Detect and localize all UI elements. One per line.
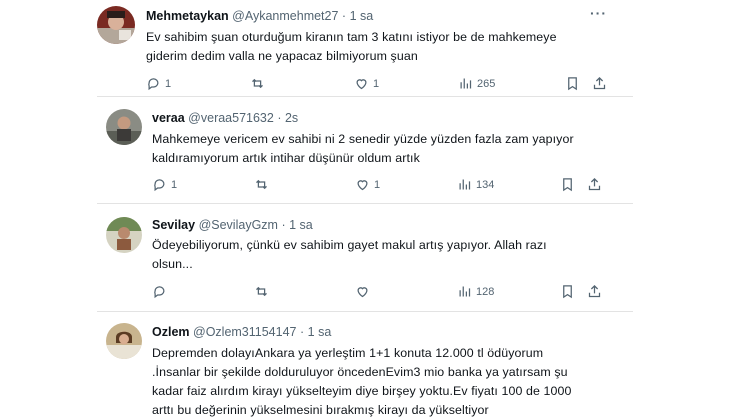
bookmark-button[interactable]	[560, 284, 575, 299]
views-chart-icon	[460, 78, 472, 89]
like-button[interactable]: 1	[355, 177, 380, 192]
tweet-text-line: kadar faiz alırdım kirayı yükselteyim di…	[152, 384, 572, 398]
author-name[interactable]: Ozlem	[152, 325, 190, 339]
tweet-divider	[97, 96, 633, 97]
reply-button[interactable]: 1	[146, 76, 171, 91]
bookmark-icon	[568, 77, 577, 91]
timestamp[interactable]: 1 sa	[350, 9, 374, 23]
separator: ·	[277, 111, 282, 125]
share-icon	[588, 284, 601, 298]
like-button[interactable]	[355, 284, 370, 299]
bookmark-button[interactable]	[560, 177, 575, 192]
tweet-text: Ev sahibim şuan oturduğum kiranın tam 3 …	[146, 28, 557, 66]
timestamp[interactable]: 1 sa	[289, 218, 313, 232]
views-chart-icon	[459, 179, 471, 190]
separator: ·	[341, 9, 347, 23]
avatar[interactable]	[106, 323, 142, 359]
author-name[interactable]: Mehmetaykan	[146, 9, 229, 23]
author-handle[interactable]: @Aykanmehmet27	[232, 9, 338, 23]
reply-count: 1	[171, 178, 178, 191]
bookmark-icon	[563, 178, 572, 192]
retweet-button[interactable]	[250, 76, 265, 91]
views-button[interactable]: 265	[458, 76, 495, 91]
tweet-text-line: Ev sahibim şuan oturduğum kiranın tam 3 …	[146, 30, 557, 44]
heart-icon	[357, 287, 368, 298]
retweet-icon	[256, 179, 267, 190]
like-count: 1	[373, 77, 380, 90]
tweet-text-line: arttı bu değerinin yükselmesini bırakmış…	[152, 403, 489, 417]
tweet-3[interactable]: Sevilay @SevilayGzm · 1 sa Ödeyebiliyoru…	[0, 204, 730, 311]
author-handle[interactable]: @Ozlem31154147	[193, 325, 297, 339]
author-name[interactable]: Sevilay	[152, 218, 195, 232]
heart-icon	[357, 180, 368, 191]
tweet-text-line: Ödeyebiliyorum, çünkü ev sahibim gayet m…	[152, 238, 547, 252]
bookmark-icon	[563, 285, 572, 299]
retweet-button[interactable]	[254, 284, 269, 299]
heart-icon	[356, 79, 367, 90]
timestamp[interactable]: 1 sa	[308, 325, 332, 339]
tweet-text-line: olsun...	[152, 257, 193, 271]
views-count: 265	[477, 77, 496, 90]
tweet-1[interactable]: Mehmetaykan @Aykanmehmet27 · 1 sa ··· Ev…	[0, 0, 730, 100]
avatar[interactable]	[106, 217, 142, 253]
tweet-text: Ödeyebiliyorum, çünkü ev sahibim gayet m…	[152, 236, 547, 274]
views-chart-icon	[459, 286, 471, 297]
share-button[interactable]	[592, 76, 607, 91]
avatar[interactable]	[97, 6, 135, 44]
views-button[interactable]: 134	[457, 177, 494, 192]
tweet-text: Depremden dolayıAnkara ya yerleştim 1+1 …	[152, 344, 572, 420]
tweet-text-line: kaldıramıyorum artık intihar düşünür old…	[152, 151, 420, 165]
author-handle[interactable]: @SevilayGzm	[199, 218, 278, 232]
author-name[interactable]: veraa	[152, 111, 185, 125]
share-button[interactable]	[587, 177, 602, 192]
tweet-text-line: Depremden dolayıAnkara ya yerleştim 1+1 …	[152, 346, 544, 360]
tweet-text-line: giderim dedim valla ne yapacaz bilmiyoru…	[146, 49, 418, 63]
tweet-text-line: .İnsanlar bir şekilde dolduruluyor önced…	[152, 365, 568, 379]
separator: ·	[281, 218, 286, 232]
reply-count: 1	[165, 77, 172, 90]
share-icon	[593, 76, 606, 90]
action-bar: 128	[152, 284, 612, 302]
retweet-icon	[256, 286, 267, 297]
reply-icon	[154, 286, 165, 299]
like-button[interactable]: 1	[354, 76, 379, 91]
action-bar: 1 1 265	[146, 76, 616, 94]
separator: ·	[299, 325, 305, 339]
views-count: 134	[476, 178, 495, 191]
retweet-button[interactable]	[254, 177, 269, 192]
tweet-4[interactable]: Ozlem @Ozlem31154147 · 1 sa Depremden do…	[0, 312, 730, 420]
like-count: 1	[374, 178, 381, 191]
reply-button[interactable]	[152, 284, 167, 299]
bookmark-button[interactable]	[565, 76, 580, 91]
action-bar: 1 1 134	[152, 177, 612, 195]
tweet-text: Mahkemeye vericem ev sahibi ni 2 senedir…	[152, 130, 574, 168]
retweet-icon	[252, 78, 263, 89]
reply-icon	[154, 179, 165, 192]
share-button[interactable]	[587, 284, 602, 299]
views-count: 128	[476, 285, 495, 298]
tweet-text-line: Mahkemeye vericem ev sahibi ni 2 senedir…	[152, 132, 574, 146]
reply-button[interactable]: 1	[152, 177, 177, 192]
avatar[interactable]	[106, 109, 142, 145]
views-button[interactable]: 128	[457, 284, 494, 299]
timestamp[interactable]: 2s	[285, 111, 298, 125]
share-icon	[588, 177, 601, 191]
author-handle[interactable]: @veraa571632	[188, 111, 274, 125]
reply-icon	[148, 78, 159, 91]
tweet-2[interactable]: veraa @veraa571632 · 2s Mahkemeye verice…	[0, 100, 730, 203]
more-horizontal-icon[interactable]: ···	[590, 5, 607, 21]
